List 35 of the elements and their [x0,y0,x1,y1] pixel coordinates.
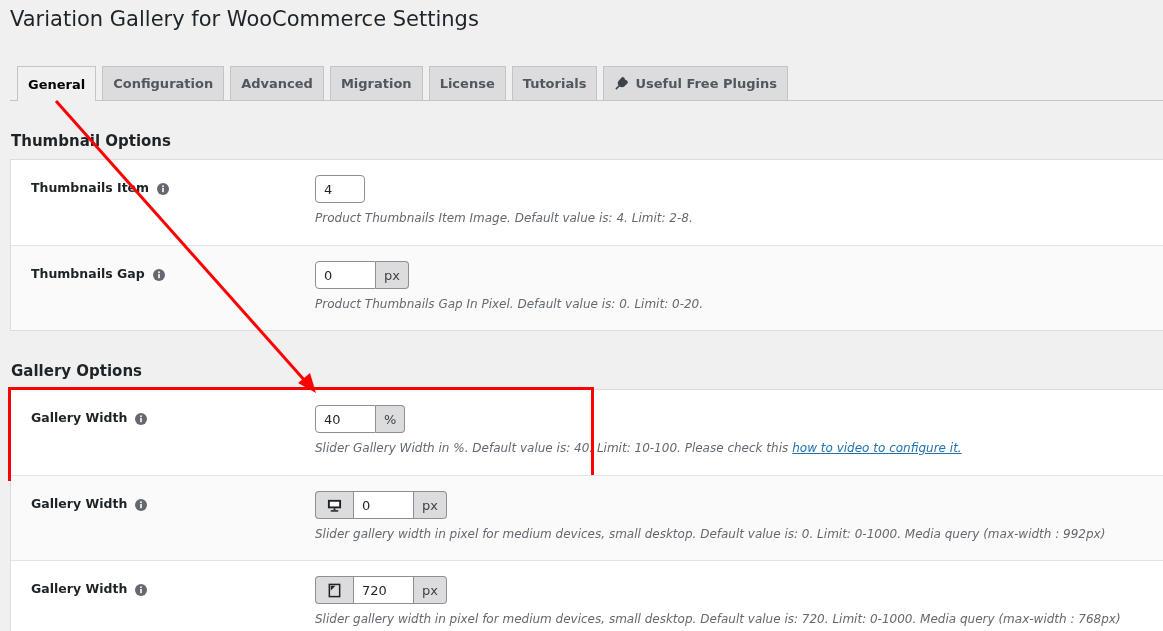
field-description: Product Thumbnails Item Image. Default value is: 4. Limit: 2-8. [315,211,693,225]
field-description: Slider Gallery Width in %. Default value is: 40. Limit: 10-100. Please check this [315,441,789,455]
unit-addon: px [376,261,409,289]
field-description: Product Thumbnails Gap In Pixel. Default value is: 0. Limit: 0-20. [315,297,704,311]
field-description: Slider gallery width in pixel for medium devices, small desktop. Default value is: 0. Limit: 0-1000. Media query (max-width : 992px) [315,527,1106,541]
number-field[interactable]: 0 [353,491,414,519]
info-icon[interactable] [157,183,170,195]
number-field[interactable]: 40 [315,405,376,433]
field-description: Slider gallery width in pixel for medium devices, small desktop. Default value is: 720. Limit: 0-1000. Media query (max-width : 768px) [315,612,1121,626]
tab[interactable]: Configuration [102,66,225,100]
section-heading: Gallery Options [11,362,143,380]
number-field[interactable]: 0 [315,261,376,289]
tab[interactable]: Useful Free Plugins [603,66,788,100]
tab[interactable]: Migration [329,66,423,100]
tab[interactable]: Tutorials [511,66,598,100]
info-icon[interactable] [135,499,148,511]
monitor-icon [327,497,342,513]
tablet-icon [327,582,342,598]
tab[interactable]: License [428,66,506,100]
tab[interactable]: Advanced [230,66,324,100]
unit-addon: px [414,491,447,519]
field-label: Thumbnails Gap [31,266,145,281]
number-field[interactable]: 720 [353,576,414,604]
field-label: Gallery Width [31,581,128,596]
info-icon[interactable] [135,413,148,425]
field-label: Gallery Width [31,410,128,425]
video-link[interactable]: how to video to configure it. [792,441,962,455]
field-label: Gallery Width [31,496,128,511]
tab[interactable]: General [17,66,97,101]
info-icon[interactable] [152,269,165,281]
page-title: Variation Gallery for WooCommerce Settings [10,6,480,33]
unit-addon: % [376,405,406,433]
number-field[interactable]: 4 [315,175,365,203]
info-icon[interactable] [135,584,148,596]
unit-addon: px [414,576,447,604]
